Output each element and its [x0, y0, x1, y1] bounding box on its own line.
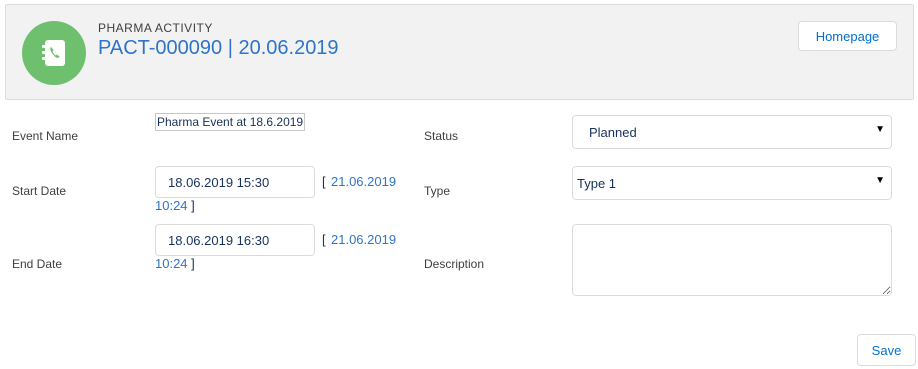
event-name-label: Event Name — [12, 129, 79, 143]
description-label: Description — [424, 257, 485, 271]
type-select[interactable]: Type 1 ▼ — [572, 166, 892, 200]
start-date-bracket-open: [ — [322, 174, 326, 189]
status-select[interactable]: Planned ▼ — [572, 115, 892, 149]
start-date-now-date-link[interactable]: 21.06.2019 — [331, 170, 396, 194]
end-date-now-time-line: 10:24 ] — [155, 252, 195, 276]
record-title: PACT-000090 | 20.06.2019 — [98, 37, 339, 59]
end-date-now-time-link[interactable]: 10:24 — [155, 256, 188, 271]
status-selected-value: Planned — [589, 125, 637, 140]
start-date-bracket-close: ] — [191, 198, 195, 213]
contact-phonebook-icon — [42, 40, 65, 66]
record-header: PHARMA ACTIVITY PACT-000090 | 20.06.2019… — [5, 4, 914, 100]
type-selected-value: Type 1 — [577, 176, 617, 191]
type-label: Type — [424, 184, 451, 198]
record-type-avatar — [22, 21, 86, 85]
dropdown-arrow-icon: ▼ — [875, 175, 885, 186]
start-date-now-time-line: 10:24 ] — [155, 194, 195, 218]
end-date-bracket-close: ] — [191, 256, 195, 271]
start-date-label: Start Date — [12, 184, 67, 198]
end-date-now-date-link[interactable]: 21.06.2019 — [331, 228, 396, 252]
dropdown-arrow-icon: ▼ — [875, 124, 885, 135]
start-date-now-time-link[interactable]: 10:24 — [155, 198, 188, 213]
end-date-bracket-open: [ — [322, 232, 326, 247]
description-textarea[interactable] — [572, 224, 892, 296]
event-name-value: Pharma Event at 18.6.2019 — [155, 113, 306, 131]
save-button[interactable]: Save — [857, 334, 916, 366]
status-label: Status — [424, 129, 459, 143]
end-date-label: End Date — [12, 257, 63, 271]
homepage-button[interactable]: Homepage — [798, 21, 897, 51]
entity-type-label: PHARMA ACTIVITY — [98, 21, 213, 35]
